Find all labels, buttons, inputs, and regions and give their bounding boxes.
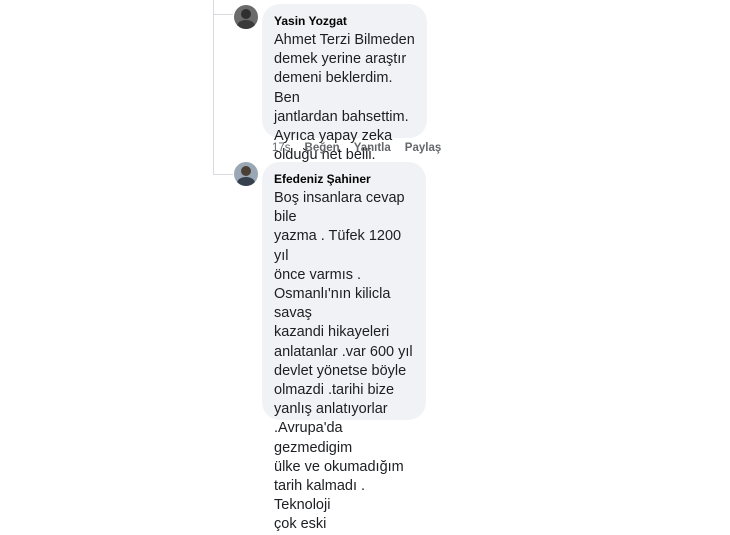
avatar[interactable] [234, 5, 258, 29]
share-button[interactable]: Paylaş [405, 142, 441, 154]
reply-button[interactable]: Yanıtla [354, 142, 391, 154]
comment-actions: 17s Beğen Yanıtla Paylaş [272, 142, 455, 154]
comment-text: Boş insanlara cevap bile yazma . Tüfek 1… [274, 190, 413, 533]
comment-bubble: Efedeniz Şahiner Boş insanlara cevap bil… [262, 162, 426, 532]
comment-timestamp[interactable]: 17s [272, 142, 291, 154]
comment-bubble: Yasin Yozgat Ahmet Terzi Bilmeden demek … [262, 4, 427, 163]
comment-author[interactable]: Efedeniz Şahiner [274, 171, 414, 187]
avatar[interactable] [234, 162, 258, 186]
thread-line [213, 0, 214, 175]
like-button[interactable]: Beğen [305, 142, 340, 154]
comment-author[interactable]: Yasin Yozgat [274, 13, 415, 29]
thread-connector [213, 14, 233, 15]
avatar-photo-icon [234, 5, 258, 29]
thread-connector [213, 174, 233, 175]
avatar-photo-icon [234, 162, 258, 186]
